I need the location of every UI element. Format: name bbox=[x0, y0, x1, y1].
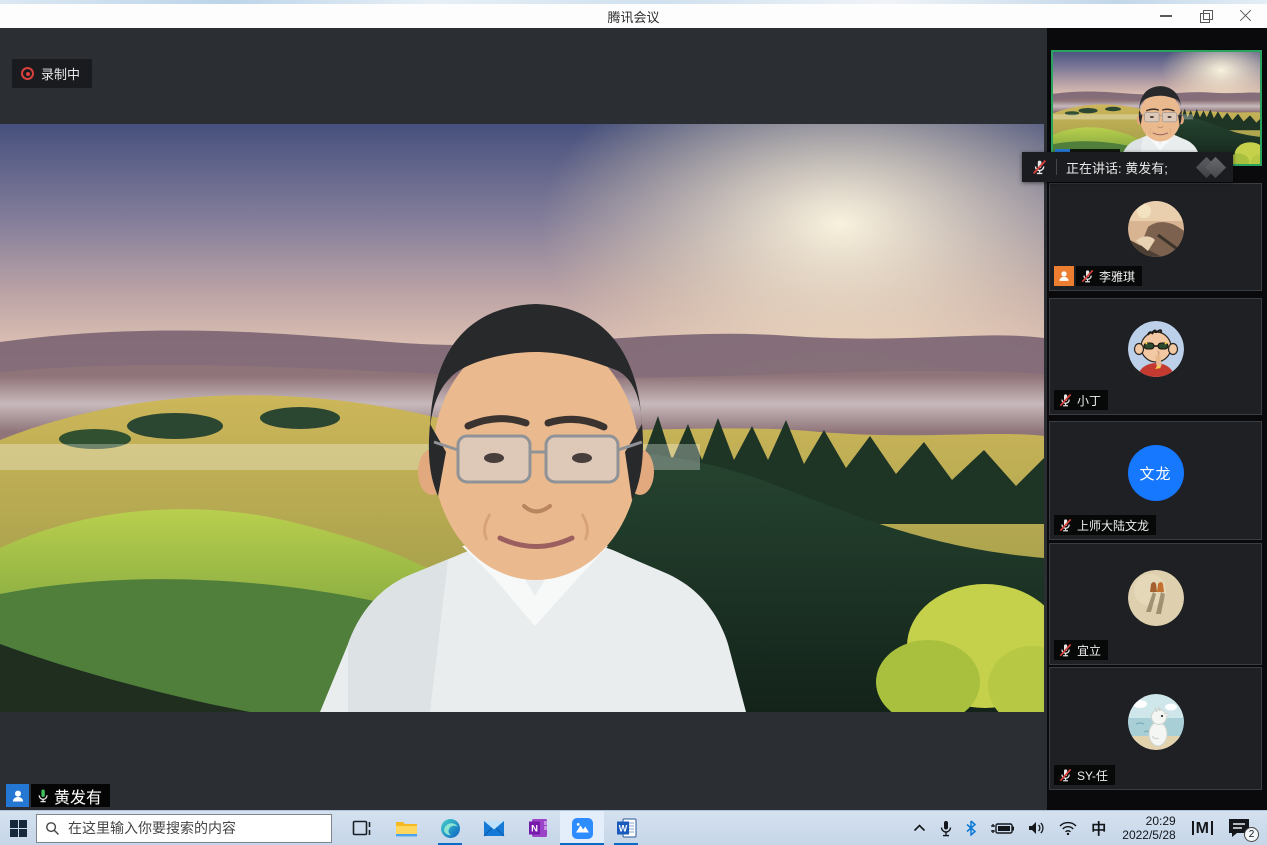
file-explorer-icon bbox=[395, 819, 418, 838]
windows-logo-icon bbox=[10, 820, 27, 837]
task-view-button[interactable] bbox=[340, 811, 384, 845]
tray-date: 2022/5/28 bbox=[1122, 828, 1175, 842]
participant-tile[interactable]: 文龙 上师大陆文龙 bbox=[1049, 421, 1262, 540]
recording-label: 录制中 bbox=[41, 64, 80, 83]
main-speaker-name-row: 黄发有 bbox=[6, 784, 110, 807]
participant-name-row: 李雅琪 bbox=[1054, 266, 1142, 286]
host-badge-icon bbox=[1054, 266, 1074, 286]
tray-volume[interactable] bbox=[1021, 811, 1052, 845]
tray-clock[interactable]: 20:29 2022/5/28 bbox=[1113, 811, 1184, 845]
participants-sidebar: 黄发有 bbox=[1047, 28, 1267, 810]
restore-button[interactable] bbox=[1199, 9, 1213, 23]
avatar-beach-photo bbox=[1128, 201, 1184, 257]
m-logo-icon: M bbox=[1192, 821, 1213, 835]
task-view-icon bbox=[352, 819, 372, 837]
svg-text:N: N bbox=[531, 824, 538, 835]
onenote-button[interactable]: N bbox=[516, 811, 560, 845]
tray-app-m[interactable]: M bbox=[1185, 811, 1220, 845]
action-center-button[interactable]: 2 bbox=[1220, 811, 1267, 845]
participant-tile[interactable]: 李雅琪 bbox=[1049, 183, 1262, 291]
tencent-meeting-icon bbox=[571, 817, 594, 840]
microphone-icon bbox=[940, 820, 952, 837]
main-speaker-name: 黄发有 bbox=[54, 784, 102, 808]
speaker-icon bbox=[1028, 821, 1045, 835]
mic-muted-icon bbox=[1058, 768, 1073, 783]
notification-icon: 2 bbox=[1227, 817, 1253, 839]
tray-ime-indicator[interactable]: 中 bbox=[1084, 811, 1113, 845]
word-icon: W bbox=[616, 818, 637, 838]
participant-name: 上师大陆文龙 bbox=[1077, 517, 1149, 534]
speaking-toast: 正在讲话: 黄发有; bbox=[1022, 152, 1233, 182]
tray-time: 20:29 bbox=[1122, 814, 1175, 828]
file-explorer-button[interactable] bbox=[384, 811, 428, 845]
participant-tile[interactable]: 宜立 bbox=[1049, 543, 1262, 665]
windows-taskbar: N W bbox=[0, 810, 1267, 845]
participant-name-row: 上师大陆文龙 bbox=[1054, 515, 1156, 535]
mic-muted-icon bbox=[1058, 643, 1073, 658]
chevron-up-icon bbox=[913, 824, 926, 832]
taskbar-search[interactable] bbox=[36, 814, 332, 843]
mic-active-icon bbox=[35, 788, 51, 804]
edge-icon bbox=[440, 818, 461, 839]
mic-muted-icon bbox=[1058, 518, 1073, 533]
search-input[interactable] bbox=[68, 820, 323, 836]
participant-tile-self[interactable]: 黄发有 bbox=[1051, 50, 1262, 166]
start-button[interactable] bbox=[0, 811, 36, 845]
svg-text:W: W bbox=[618, 824, 627, 834]
notification-count-badge: 2 bbox=[1244, 827, 1259, 842]
meeting-main-area: 录制中 黄发有 bbox=[0, 28, 1047, 810]
mic-muted-icon bbox=[1031, 159, 1048, 176]
participant-name: 宜立 bbox=[1077, 642, 1101, 659]
participant-name-row: 宜立 bbox=[1054, 640, 1108, 660]
search-icon bbox=[45, 821, 60, 836]
onenote-icon: N bbox=[528, 818, 548, 838]
record-icon bbox=[21, 67, 34, 80]
tray-battery[interactable] bbox=[983, 811, 1021, 845]
speaking-toast-text: 正在讲话: 黄发有; bbox=[1057, 158, 1199, 177]
member-badge-icon bbox=[6, 784, 29, 807]
bluetooth-icon bbox=[966, 820, 976, 836]
mic-muted-icon bbox=[1080, 269, 1095, 284]
participant-name: 小丁 bbox=[1077, 392, 1101, 409]
close-button[interactable] bbox=[1239, 9, 1253, 23]
word-button[interactable]: W bbox=[604, 811, 648, 845]
participant-name: SY-任 bbox=[1077, 767, 1108, 784]
microsoft-edge-button[interactable] bbox=[428, 811, 472, 845]
tencent-meeting-watermark-icon bbox=[1199, 160, 1223, 175]
system-tray: 中 20:29 2022/5/28 M 2 bbox=[906, 811, 1267, 845]
avatar-initials: 文龙 bbox=[1128, 445, 1184, 501]
tray-wifi[interactable] bbox=[1052, 811, 1084, 845]
avatar-moomin-cartoon bbox=[1128, 694, 1184, 750]
recording-indicator[interactable]: 录制中 bbox=[12, 59, 92, 88]
mic-muted-icon bbox=[1058, 393, 1073, 408]
avatar-sand-photo bbox=[1128, 570, 1184, 626]
mail-button[interactable] bbox=[472, 811, 516, 845]
wifi-icon bbox=[1059, 821, 1077, 835]
avatar-cartoon-baby bbox=[1128, 321, 1184, 377]
tray-microphone[interactable] bbox=[933, 811, 959, 845]
participant-tile[interactable]: 小丁 bbox=[1049, 298, 1262, 415]
main-speaker-video bbox=[0, 124, 1044, 712]
tencent-meeting-button[interactable] bbox=[560, 811, 604, 845]
titlebar: 腾讯会议 bbox=[0, 4, 1267, 28]
battery-charging-icon bbox=[990, 822, 1014, 835]
participant-name-row: SY-任 bbox=[1054, 765, 1115, 785]
minimize-button[interactable] bbox=[1159, 9, 1173, 23]
participant-name-row: 小丁 bbox=[1054, 390, 1108, 410]
mail-icon bbox=[483, 820, 505, 837]
participant-tile[interactable]: SY-任 bbox=[1049, 667, 1262, 790]
tray-bluetooth[interactable] bbox=[959, 811, 983, 845]
tray-chevron-button[interactable] bbox=[906, 811, 933, 845]
participant-name: 李雅琪 bbox=[1099, 268, 1135, 285]
window-title: 腾讯会议 bbox=[0, 7, 1267, 26]
